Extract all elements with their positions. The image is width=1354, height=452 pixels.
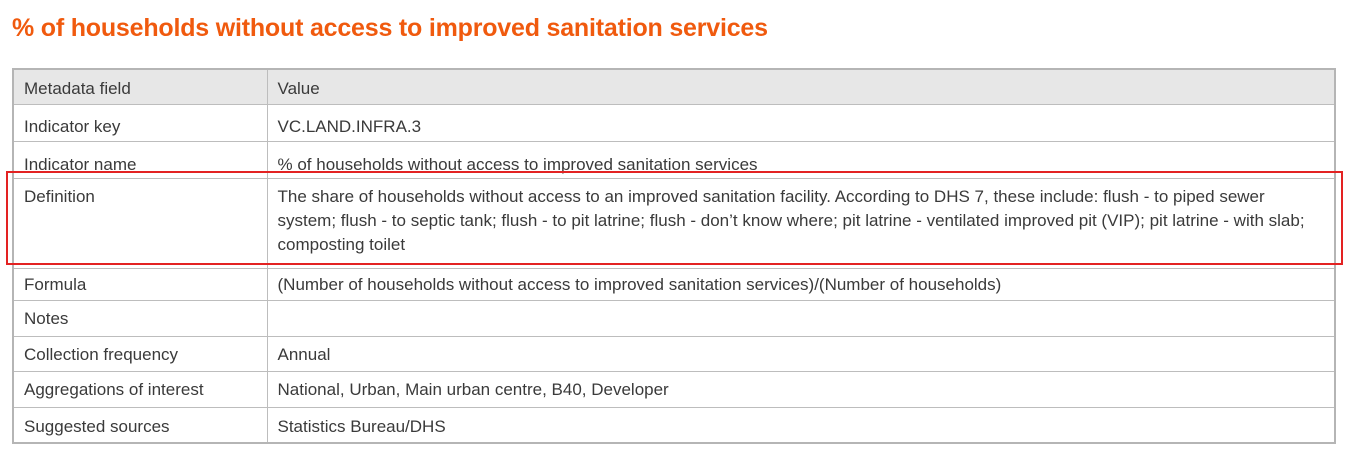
field-cell-aggregations: Aggregations of interest [12, 370, 268, 408]
header-value-cell: Value [266, 68, 1336, 105]
page: % of households without access to improv… [0, 0, 1354, 452]
value-cell-indicator-name: % of households without access to improv… [266, 140, 1336, 179]
value-cell-suggested-sources: Statistics Bureau/DHS [266, 406, 1336, 444]
page-title: % of households without access to improv… [12, 14, 768, 42]
field-cell-definition: Definition [12, 177, 268, 269]
table-row: Indicator key VC.LAND.INFRA.3 [12, 103, 1336, 142]
field-cell-formula: Formula [12, 267, 268, 301]
value-cell-definition: The share of households without access t… [266, 177, 1336, 269]
field-cell-notes: Notes [12, 299, 268, 337]
value-cell-collection-frequency: Annual [266, 335, 1336, 372]
value-cell-aggregations: National, Urban, Main urban centre, B40,… [266, 370, 1336, 408]
table-row: Notes [12, 299, 1336, 337]
table-row: Formula (Number of households without ac… [12, 267, 1336, 301]
field-cell-indicator-key: Indicator key [12, 103, 268, 142]
table-row: Definition The share of households witho… [12, 177, 1336, 269]
table-row: Suggested sources Statistics Bureau/DHS [12, 406, 1336, 444]
field-cell-suggested-sources: Suggested sources [12, 406, 268, 444]
metadata-table: Metadata field Value Indicator key VC.LA… [12, 68, 1336, 444]
value-cell-notes [266, 299, 1336, 337]
table-header-row: Metadata field Value [12, 68, 1336, 105]
value-cell-formula: (Number of households without access to … [266, 267, 1336, 301]
table-row: Collection frequency Annual [12, 335, 1336, 372]
header-field-cell: Metadata field [12, 68, 268, 105]
table-row: Aggregations of interest National, Urban… [12, 370, 1336, 408]
field-cell-collection-frequency: Collection frequency [12, 335, 268, 372]
value-cell-indicator-key: VC.LAND.INFRA.3 [266, 103, 1336, 142]
table-row: Indicator name % of households without a… [12, 140, 1336, 179]
field-cell-indicator-name: Indicator name [12, 140, 268, 179]
